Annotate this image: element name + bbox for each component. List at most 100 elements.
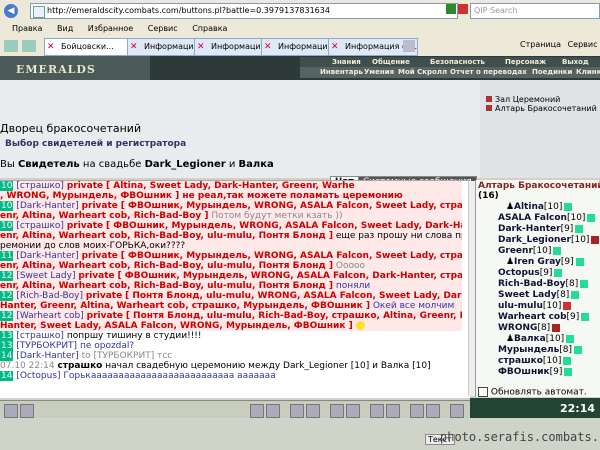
toolbar-button[interactable] (290, 404, 304, 418)
toolbar-button[interactable] (250, 404, 264, 418)
nav-transfer-report[interactable]: Отчет о переводах (450, 67, 527, 77)
nav-duels[interactable]: Поединки (532, 67, 572, 77)
info-icon[interactable] (553, 246, 562, 255)
player-row[interactable]: ФВОшник[9] (476, 367, 600, 378)
toolbar-button[interactable] (20, 404, 34, 418)
player-row[interactable]: страшко[10] (476, 356, 600, 367)
url-input[interactable]: http://emeraldscity.combats.com/buttons.… (30, 3, 458, 19)
player-row[interactable]: WRONG[8] (476, 323, 600, 334)
player-row[interactable]: ASALA Falcon[10] (476, 213, 600, 224)
chat-message: Hanter, Sweet Lady, ASALA Falcon, WRONG,… (0, 321, 462, 331)
toolbar-button[interactable] (330, 404, 344, 418)
nav-knowledge[interactable]: Знания (332, 57, 361, 67)
toolbar-button[interactable] (266, 404, 280, 418)
link-altar-2[interactable]: Алтарь Бракосочетаний 2 (486, 104, 600, 113)
info-icon[interactable] (571, 290, 580, 299)
game-logo: EMERALDS (16, 63, 96, 76)
players-sidebar: Алтарь Бракосочетаний (16) ♟Altina[10] A… (475, 180, 600, 397)
refresh-icon[interactable] (446, 4, 456, 14)
auto-refresh-row: Обновлять автомат. (478, 387, 587, 398)
info-icon[interactable] (566, 334, 575, 343)
add-favorites-icon[interactable] (22, 40, 36, 52)
toolbar-button[interactable] (306, 404, 320, 418)
info-icon[interactable] (554, 268, 563, 277)
sidebar-title: Алтарь Бракосочетаний (478, 181, 600, 191)
nav-inventory[interactable]: Инвентарь (320, 67, 363, 77)
player-row[interactable]: Warheart cob[9] (476, 312, 600, 323)
new-tab-icon[interactable] (403, 40, 415, 52)
toolbar-button[interactable] (370, 404, 384, 418)
bullet-icon (486, 96, 492, 102)
chat-message: 11 [Dark-Hanter] private [ ФВОшник, Муры… (0, 251, 462, 261)
nav-skills[interactable]: Умения (364, 67, 394, 77)
player-row[interactable]: ♟Валка[10] (476, 334, 600, 345)
chat-message: 13 [страшко] попршу тишину в студии!!!! (0, 331, 202, 341)
back-icon[interactable]: ◀ (4, 4, 18, 18)
favorites-star-icon[interactable] (4, 40, 18, 52)
info-icon[interactable] (563, 301, 572, 310)
info-icon[interactable] (581, 312, 590, 321)
menu-tools[interactable]: Сервис (148, 24, 178, 33)
toolbar-button[interactable] (4, 404, 18, 418)
info-icon[interactable] (574, 345, 583, 354)
info-icon[interactable] (591, 235, 600, 244)
info-icon[interactable] (564, 202, 573, 211)
toolbar-button[interactable] (426, 404, 440, 418)
player-row[interactable]: Greenr[10] (476, 246, 600, 257)
menu-help[interactable]: Справка (192, 24, 227, 33)
auto-refresh-checkbox[interactable] (478, 387, 488, 397)
chat-message: 12 [Rich-Bad-Boy] private [ Понтя Блонд,… (0, 291, 462, 301)
service-menu[interactable]: Сервис (568, 40, 598, 49)
chat-scrollbar[interactable] (468, 181, 475, 396)
player-row[interactable]: Dark_Legioner[10] (476, 235, 600, 246)
info-icon[interactable] (564, 367, 573, 376)
nav-my-scroll[interactable]: Мой Скролл (398, 67, 447, 77)
player-icon: ♟ (506, 257, 515, 267)
nav-security[interactable]: Безопасность (430, 57, 485, 67)
toolbar-button[interactable] (450, 404, 464, 418)
info-icon[interactable] (563, 356, 572, 365)
watermark: photo.serafis.combats.com (440, 430, 600, 444)
page-icon (33, 6, 45, 18)
toolbar-button[interactable] (346, 404, 360, 418)
toolbar-button[interactable] (386, 404, 400, 418)
chat-message: enr, Altina, Warheart cob, Rich-Bad-Boy,… (0, 261, 462, 271)
address-bar-area: ◀ http://emeraldscity.combats.com/button… (0, 0, 600, 23)
info-icon[interactable] (587, 213, 596, 222)
player-row[interactable]: Dark-Hanter[9] (476, 224, 600, 235)
page-menu[interactable]: Страница (520, 40, 561, 49)
nav-character[interactable]: Персонаж (505, 57, 546, 67)
info-icon[interactable] (575, 224, 584, 233)
menu-view[interactable]: Вид (57, 24, 73, 33)
sidebar-count: (16) (478, 191, 499, 201)
menu-favorites[interactable]: Избранное (88, 24, 133, 33)
chat-message: Hanter, Greenr, Altina, Warheart cob, ст… (0, 301, 462, 311)
link-ceremony-hall[interactable]: Зал Церемоний (486, 95, 560, 104)
menu-edit[interactable]: Правка (12, 24, 42, 33)
game-nav-top: Знания Общение Безопасность Персонаж Вых… (300, 57, 600, 67)
nav-klink[interactable]: Клинк (576, 67, 600, 77)
chat-message: 10 [Dark-Hanter] private [ ФВОшник, Муры… (0, 201, 462, 211)
player-row[interactable]: ♟Altina[10] (476, 202, 600, 213)
choose-witnesses-link[interactable]: Выбор свидетелей и регистратора (5, 139, 186, 149)
player-row[interactable]: ♟Iren Gray[9] (476, 257, 600, 268)
nav-exit[interactable]: Выход (562, 57, 589, 67)
player-row[interactable]: Мурындель[8] (476, 345, 600, 356)
player-row[interactable]: ulu-mulu[10] (476, 301, 600, 312)
smiley-icon (355, 321, 365, 330)
tab-bar: ✕ Бойцовски... ✕ Информация о ... ✕ Информа… (0, 36, 600, 57)
info-icon[interactable] (575, 257, 584, 266)
search-input[interactable]: QIP Search (470, 3, 600, 19)
info-icon[interactable] (580, 279, 589, 288)
toolbar-button[interactable] (410, 404, 424, 418)
right-tools: Страница Сервис (520, 38, 597, 52)
player-row[interactable]: Octopus[9] (476, 268, 600, 279)
chat-message: enr, Altina, Warheart cob, Rich-Bad-Boy,… (0, 281, 462, 291)
player-row[interactable]: Rich-Bad-Boy[8] (476, 279, 600, 290)
info-icon[interactable] (552, 323, 561, 332)
stop-icon[interactable] (458, 4, 468, 14)
chat-message: 12 [Sweet Lady] private [ ФВОшник, Мурын… (0, 271, 462, 281)
chat-message: 10 [страшко] private [ ФВОшник, Мурындел… (0, 221, 462, 231)
player-row[interactable]: Sweet Lady[8] (476, 290, 600, 301)
nav-communication[interactable]: Общение (372, 57, 410, 67)
